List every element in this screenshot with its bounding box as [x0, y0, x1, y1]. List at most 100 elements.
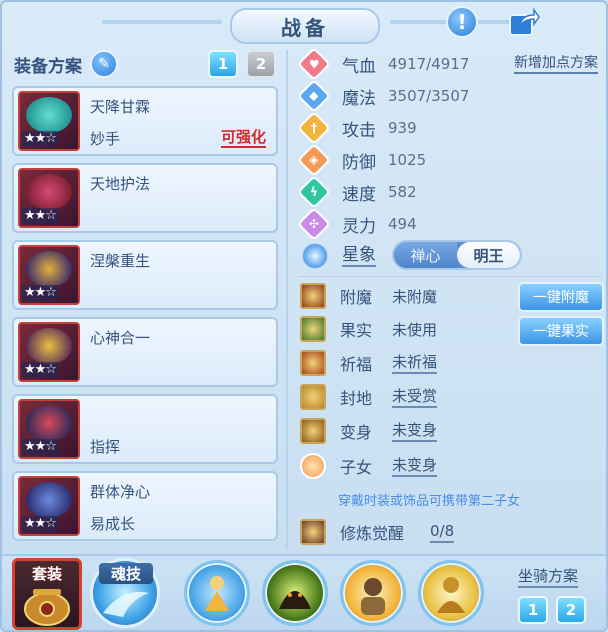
section-value: 未附魔 [392, 287, 438, 306]
stat-value: 3507/3507 [388, 87, 470, 105]
section-label: 果实 [340, 321, 373, 340]
exclamation-icon: ! [457, 10, 467, 34]
spirit-icon: ✣ [297, 207, 331, 241]
heart-icon: ♥ [297, 47, 331, 81]
mount-plan-tabs: 1 2 [518, 596, 586, 624]
section-value[interactable]: 未受赏 [392, 386, 438, 408]
fief-icon [300, 384, 326, 410]
child-icon [300, 453, 326, 479]
can-enhance-link[interactable]: 可强化 [220, 128, 266, 148]
star-option-chanxin[interactable]: 禅心 [394, 242, 457, 268]
section-row: 变身 未变身 [298, 415, 598, 447]
stat-row: ◆ 魔法 3507/3507 [297, 79, 598, 113]
battle-prep-window: 战备 ! 装备方案 ✎ 1 2 ★★☆ 天降甘霖 妙手 可强化 ★★☆ 天地护法 [0, 0, 608, 632]
attack-icon: † [297, 111, 331, 145]
star-rating: ★★☆ [22, 208, 58, 224]
belt-icon[interactable]: ★★☆ [18, 399, 80, 459]
star-option-mingwang[interactable]: 明王 [457, 242, 520, 268]
section-label: 变身 [340, 423, 373, 442]
stat-row: † 攻击 939 [297, 111, 598, 145]
mount-plan-tab-1[interactable]: 1 [518, 596, 548, 624]
stat-row: ✣ 灵力 494 [297, 207, 598, 241]
pen-icon: ✎ [98, 56, 110, 72]
stat-value: 582 [388, 183, 417, 201]
stat-label: 气血 [342, 56, 376, 77]
soul-wing-icon [103, 591, 149, 617]
transform-icon [300, 418, 326, 444]
soul-skill-label: 魂技 [99, 563, 153, 584]
one-click-enchant-button[interactable]: 一键附魔 [518, 282, 604, 312]
stat-label: 防御 [342, 152, 376, 173]
speed-icon: ϟ [297, 175, 331, 209]
equip-plan-label: 装备方案 [14, 56, 82, 77]
star-image-icon [302, 243, 328, 269]
suit-button[interactable]: 套装 [12, 558, 82, 630]
star-image-label[interactable]: 星象 [342, 245, 376, 267]
stat-label: 速度 [342, 184, 376, 205]
skill-slot-4[interactable] [418, 560, 484, 626]
stat-value: 494 [388, 215, 417, 233]
equip-card[interactable]: ★★☆ 天地护法 [12, 163, 278, 233]
stat-label: 攻击 [342, 120, 376, 141]
enchant-icon [300, 283, 326, 309]
rename-plan-button[interactable]: ✎ [90, 50, 118, 78]
equip-card[interactable]: ★★☆ 涅槃重生 [12, 240, 278, 310]
equip-special: 妙手 [90, 130, 121, 148]
second-child-hint: 穿戴时装或饰品可携带第二子女 [338, 494, 521, 509]
one-click-fruit-button[interactable]: 一键果实 [518, 316, 604, 346]
skill-slot-1[interactable] [184, 560, 250, 626]
share-icon [509, 7, 540, 36]
suit-label: 套装 [31, 565, 62, 583]
star-rating: ★★☆ [22, 131, 58, 147]
section-value[interactable]: 未祈福 [392, 352, 438, 374]
section-value[interactable]: 未变身 [392, 455, 438, 477]
section-label: 附魔 [340, 288, 373, 307]
star-rating: ★★☆ [22, 285, 58, 301]
helmet-icon[interactable]: ★★☆ [18, 168, 80, 228]
skill-slot-3[interactable] [340, 560, 406, 626]
section-value[interactable]: 未变身 [392, 420, 438, 442]
necklace-icon[interactable]: ★★☆ [18, 322, 80, 382]
stat-row: ϟ 速度 582 [297, 175, 598, 209]
equip-plan-tabs: 1 2 [208, 50, 276, 78]
equip-special: 指挥 [90, 438, 121, 456]
equip-name: 涅槃重生 [90, 252, 151, 270]
armor-icon[interactable]: ★★☆ [18, 245, 80, 305]
equip-card[interactable]: ★★☆ 群体净心 易成长 [12, 471, 278, 541]
boots-icon[interactable]: ★★☆ [18, 476, 80, 536]
mount-plan-tab-2[interactable]: 2 [556, 596, 586, 624]
treasure-pot-icon [24, 589, 70, 626]
equipment-list: ★★☆ 天降甘霖 妙手 可强化 ★★☆ 天地护法 ★★☆ 涅槃重生 ★★☆ 心神… [12, 86, 280, 548]
mana-icon: ◆ [297, 79, 331, 113]
stat-value: 4917/4917 [388, 55, 470, 73]
section-value[interactable]: 0/8 [430, 521, 455, 543]
section-label: 封地 [340, 389, 373, 408]
star-image-row: 星象 禅心 明王 [298, 240, 522, 272]
equip-card[interactable]: ★★☆ 指挥 [12, 394, 278, 464]
equip-plan-tab-1[interactable]: 1 [208, 50, 238, 78]
equip-name: 天降甘霖 [90, 98, 151, 116]
equip-name: 天地护法 [90, 175, 151, 193]
sword-icon[interactable]: ★★☆ [18, 91, 80, 151]
window-title: 战备 [230, 8, 380, 44]
share-button[interactable] [508, 6, 540, 38]
section-label: 祈福 [340, 355, 373, 374]
add-points-plan-button[interactable]: 新增加点方案 [514, 54, 598, 74]
title-ornament-left [102, 20, 222, 24]
section-row: 祈福 未祈福 [298, 347, 598, 379]
shield-icon: ◈ [297, 143, 331, 177]
stat-value: 939 [388, 119, 417, 137]
section-label: 子女 [340, 458, 373, 477]
monk-figure-icon [205, 576, 229, 611]
warrior-portrait-icon [361, 578, 385, 615]
stat-label: 魔法 [342, 88, 376, 109]
section-row: 修炼觉醒 0/8 [298, 516, 598, 548]
mount-plan-label[interactable]: 坐骑方案 [518, 566, 579, 588]
equip-card[interactable]: ★★☆ 心神合一 [12, 317, 278, 387]
equip-plan-tab-2[interactable]: 2 [246, 50, 276, 78]
soul-skill-button[interactable]: 魂技 [90, 558, 160, 628]
equip-card[interactable]: ★★☆ 天降甘霖 妙手 可强化 [12, 86, 278, 156]
help-button[interactable]: ! [446, 6, 478, 38]
skill-slot-2[interactable] [262, 560, 328, 626]
stat-label: 灵力 [342, 216, 376, 237]
